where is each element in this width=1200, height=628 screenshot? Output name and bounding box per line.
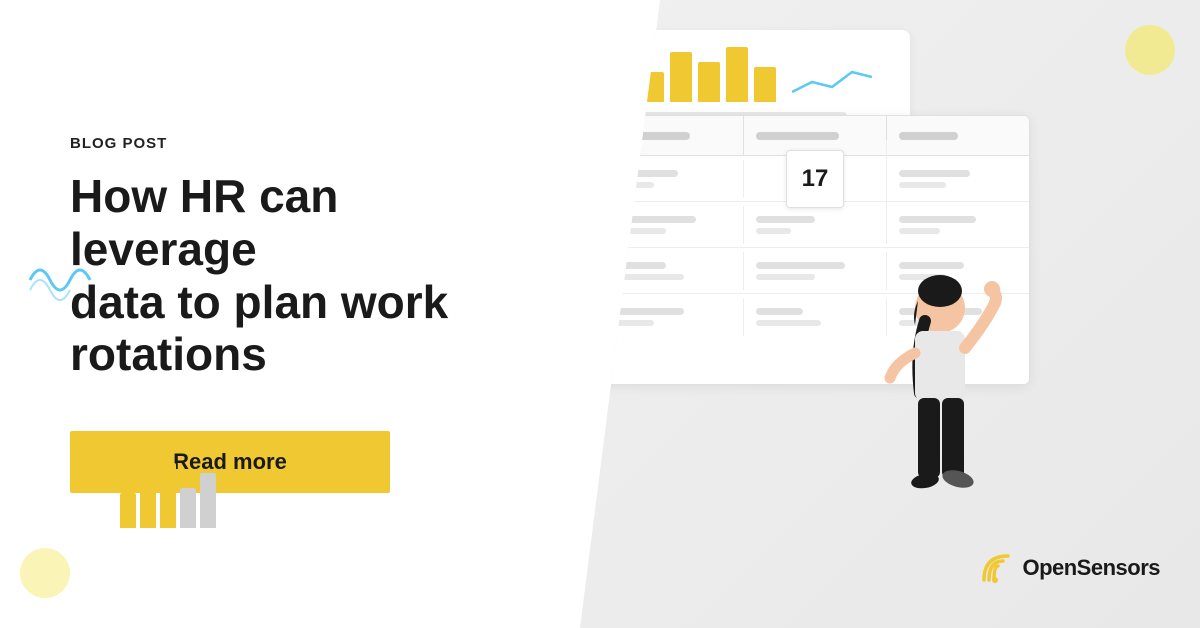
mini-bar-3	[160, 463, 176, 528]
right-panel: 17	[580, 0, 1200, 628]
wave-decoration	[20, 230, 100, 315]
main-title: How HR can leverage data to plan work ro…	[70, 170, 510, 382]
calendar-card: 17	[786, 150, 844, 208]
grid-row-1: 17	[601, 156, 1029, 202]
left-panel: BLOG POST How HR can leverage data to pl…	[0, 0, 580, 628]
mini-bar-1	[120, 493, 136, 528]
line-chart-svg	[792, 62, 872, 102]
chart-bar-3	[698, 62, 720, 102]
mini-chart-decoration	[120, 463, 216, 528]
chart-bar-2	[670, 52, 692, 102]
mini-bar-4	[180, 488, 196, 528]
chart-bar-4	[726, 47, 748, 102]
chart-bar-5	[754, 67, 776, 102]
grid-col-3	[887, 116, 1029, 155]
mini-bar-5	[200, 473, 216, 528]
mini-bar-2	[140, 478, 156, 528]
grid-col-1	[601, 116, 744, 155]
chart-bar-1	[642, 72, 664, 102]
person-illustration	[840, 263, 1020, 588]
deco-circle-top	[1125, 25, 1175, 75]
read-more-button[interactable]: Read more	[70, 431, 390, 493]
illustration-area: 17	[580, 0, 1200, 628]
opensensors-logo-text: OpenSensors	[1022, 555, 1160, 581]
deco-circle-bottom	[20, 548, 70, 598]
page-container: BLOG POST How HR can leverage data to pl…	[0, 0, 1200, 628]
blog-label: BLOG POST	[70, 135, 510, 152]
grid-row-2	[601, 202, 1029, 248]
